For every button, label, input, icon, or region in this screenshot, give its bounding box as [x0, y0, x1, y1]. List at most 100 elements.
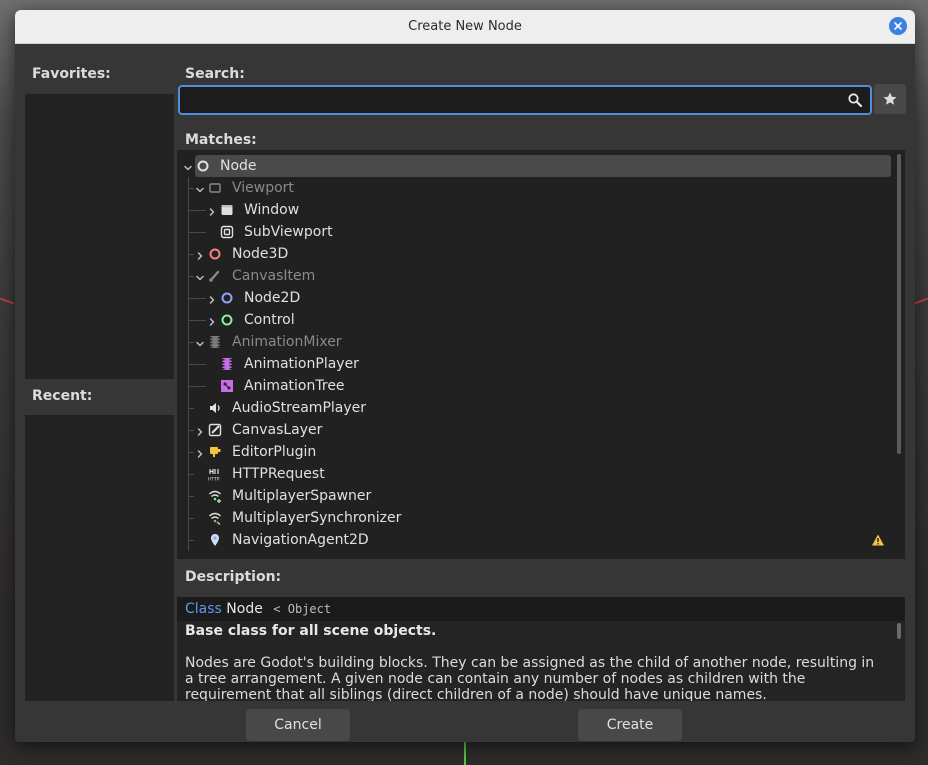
tree-item-label: AnimationTree: [244, 378, 345, 394]
tree-item-canvasitem[interactable]: CanvasItem: [177, 265, 887, 287]
close-button[interactable]: [889, 17, 907, 35]
tree-item-label: AudioStreamPlayer: [232, 400, 367, 416]
search-label: Search:: [185, 66, 245, 82]
svg-text:HTTP: HTTP: [208, 477, 220, 482]
tree-guide-branch: [188, 342, 194, 343]
chevron-right-icon[interactable]: [195, 249, 205, 260]
chevron-down-icon[interactable]: [195, 337, 205, 347]
tree-item-node3d[interactable]: Node3D: [177, 243, 887, 265]
tree-guide-branch: [188, 254, 194, 255]
tree-item-window[interactable]: Window: [177, 199, 887, 221]
canvaslayer-icon: [208, 423, 222, 437]
tree-item-editorplugin[interactable]: EditorPlugin: [177, 441, 887, 463]
chevron-right-icon[interactable]: [195, 425, 205, 436]
multiplayer-sync-icon: [208, 511, 222, 526]
tree-item-label: SubViewport: [244, 224, 333, 240]
warning-icon[interactable]: [871, 533, 885, 547]
tree-item-node2d[interactable]: Node2D: [177, 287, 887, 309]
dialog-title: Create New Node: [408, 19, 522, 34]
tree-item-label: Node: [220, 158, 257, 174]
star-icon: [883, 92, 897, 105]
chevron-down-icon[interactable]: [195, 183, 205, 193]
chevron-down-icon[interactable]: [195, 271, 205, 281]
favorite-toggle-button[interactable]: [874, 84, 906, 114]
tree-item-label: MultiplayerSpawner: [232, 488, 372, 504]
animationtree-icon: [220, 379, 234, 393]
dialog-titlebar[interactable]: Create New Node: [15, 10, 915, 44]
description-label: Description:: [185, 569, 282, 585]
tree-item-animationplayer[interactable]: AnimationPlayer: [177, 353, 887, 375]
tree-item-label: Control: [244, 312, 295, 328]
cancel-button[interactable]: Cancel: [246, 709, 350, 741]
tree-item-navigationagent2d[interactable]: NavigationAgent2D: [177, 529, 887, 551]
tree-item-label: HTTPRequest: [232, 466, 325, 482]
tree-item-label: Window: [244, 202, 300, 218]
axis-line-green: [464, 742, 466, 765]
control-icon: [220, 313, 234, 327]
tree-guide-branch: [188, 474, 194, 475]
animationplayer-icon: [220, 357, 234, 371]
tree-item-httprequest[interactable]: HTTP HTTPRequest: [177, 463, 887, 485]
tree-item-multiplayerspawner[interactable]: MultiplayerSpawner: [177, 485, 887, 507]
matches-label: Matches:: [185, 132, 257, 148]
tree-guide-branch: [188, 320, 206, 321]
chevron-right-icon[interactable]: [207, 293, 217, 304]
dialog-content: Favorites: Recent: Search: Matches: Node…: [15, 44, 915, 742]
node-circle-icon: [196, 159, 210, 173]
recent-label: Recent:: [32, 388, 93, 404]
selection-highlight: [195, 155, 891, 177]
navagent2d-icon: [208, 533, 222, 547]
audio-icon: [208, 401, 222, 415]
tree-guide-branch: [188, 430, 194, 431]
tree-scrollbar[interactable]: [897, 154, 901, 454]
tree-guide-branch: [188, 188, 194, 189]
tree-item-label: CanvasLayer: [232, 422, 323, 438]
canvasitem-icon: [208, 269, 222, 283]
tree-item-label: Node2D: [244, 290, 301, 306]
tree-item-canvaslayer[interactable]: CanvasLayer: [177, 419, 887, 441]
tree-guide-branch: [188, 276, 194, 277]
matches-tree[interactable]: Node Viewport Window SubViewport Node3D Canva…: [177, 150, 905, 559]
chevron-right-icon[interactable]: [207, 205, 217, 216]
animationmixer-icon: [208, 335, 222, 349]
tree-item-animationmixer[interactable]: AnimationMixer: [177, 331, 887, 353]
tree-item-audiostreamplayer[interactable]: AudioStreamPlayer: [177, 397, 887, 419]
tree-item-node[interactable]: Node: [177, 155, 891, 177]
node2d-icon: [220, 291, 234, 305]
http-icon: HTTP: [208, 467, 222, 483]
tree-item-animationtree[interactable]: AnimationTree: [177, 375, 887, 397]
tree-item-viewport[interactable]: Viewport: [177, 177, 887, 199]
search-icon: [848, 93, 863, 108]
axis-line-red: [0, 297, 14, 305]
tree-guide-branch: [188, 496, 194, 497]
window-icon: [220, 203, 234, 217]
description-text: Nodes are Godot's building blocks. They …: [185, 655, 875, 701]
favorites-label: Favorites:: [32, 66, 111, 82]
tree-item-label: EditorPlugin: [232, 444, 317, 460]
recent-list[interactable]: [25, 415, 174, 701]
chevron-right-icon[interactable]: [207, 315, 217, 326]
search-field[interactable]: [178, 85, 872, 115]
tree-item-label: NavigationAgent2D: [232, 532, 369, 548]
tree-item-label: Node3D: [232, 246, 289, 262]
class-inherits[interactable]: < Object: [273, 602, 331, 616]
tree-item-label: AnimationMixer: [232, 334, 342, 350]
tree-item-label: AnimationPlayer: [244, 356, 359, 372]
tree-item-multiplayersynchronizer[interactable]: MultiplayerSynchronizer: [177, 507, 887, 529]
create-button[interactable]: Create: [578, 709, 682, 741]
tree-item-label: Viewport: [232, 180, 294, 196]
favorites-list[interactable]: [25, 94, 174, 379]
class-keyword: Class: [185, 601, 222, 617]
multiplayer-spawner-icon: [208, 489, 222, 503]
subviewport-icon: [220, 225, 234, 239]
tree-item-subviewport[interactable]: SubViewport: [177, 221, 887, 243]
chevron-down-icon[interactable]: [183, 161, 193, 171]
tree-guide-branch: [188, 210, 206, 211]
class-name[interactable]: Node: [226, 601, 263, 617]
tree-guide-branch: [188, 364, 206, 365]
description-scrollbar[interactable]: [897, 623, 901, 639]
description-body: Base class for all scene objects. Nodes …: [177, 621, 905, 701]
chevron-right-icon[interactable]: [195, 447, 205, 458]
tree-item-control[interactable]: Control: [177, 309, 887, 331]
search-input[interactable]: [184, 89, 838, 113]
